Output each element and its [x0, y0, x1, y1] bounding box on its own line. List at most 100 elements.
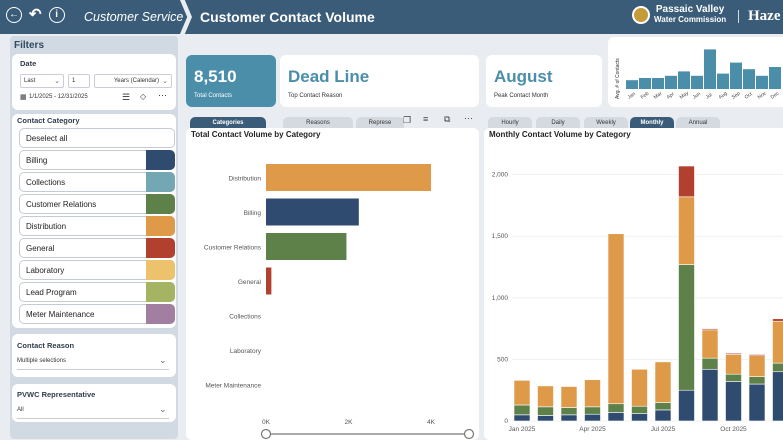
- spark-bar[interactable]: [704, 49, 716, 89]
- spark-bar[interactable]: [678, 71, 690, 89]
- filter-icon[interactable]: ☰: [122, 92, 130, 103]
- category-option[interactable]: Customer Relations: [19, 194, 175, 214]
- monthly-bar-segment[interactable]: [748, 376, 766, 385]
- monthly-bar-segment[interactable]: [678, 389, 695, 422]
- monthly-bar-segment[interactable]: [748, 355, 766, 377]
- deselect-all-button[interactable]: Deselect all: [19, 128, 175, 148]
- more-options-icon[interactable]: ⋯: [158, 90, 167, 101]
- monthly-bar-segment[interactable]: [678, 165, 695, 198]
- monthly-bar-segment[interactable]: [537, 385, 554, 408]
- monthly-bar-segment[interactable]: [678, 264, 695, 391]
- spark-bar[interactable]: [665, 75, 677, 89]
- y-tick-label: 0: [504, 418, 508, 425]
- monthly-bar-segment[interactable]: [607, 412, 625, 422]
- tab-hourly[interactable]: Hourly: [488, 117, 532, 128]
- range-slider-start-handle[interactable]: [260, 428, 272, 440]
- filter-icon[interactable]: ≡: [423, 114, 428, 124]
- category-bar[interactable]: [266, 267, 272, 295]
- category-option[interactable]: Collections: [19, 172, 175, 192]
- monthly-bar-segment[interactable]: [631, 405, 648, 414]
- category-option[interactable]: Meter Maintenance: [19, 304, 175, 324]
- spark-bar[interactable]: [626, 80, 638, 89]
- monthly-bar-segment[interactable]: [701, 357, 719, 370]
- info-icon[interactable]: i: [48, 7, 65, 23]
- chevron-down-icon[interactable]: ⌄: [159, 355, 167, 366]
- eraser-icon[interactable]: ◇: [140, 92, 146, 101]
- breadcrumb[interactable]: Customer Service: [84, 10, 183, 24]
- monthly-bar-segment[interactable]: [725, 373, 742, 382]
- avg-contacts-card: Avg. # of Contacts Jan Feb Mar Apr May Jun Jul A…: [608, 37, 783, 107]
- monthly-bar-segment[interactable]: [748, 354, 766, 357]
- rep-select[interactable]: All: [17, 407, 24, 413]
- date-count-input[interactable]: 1: [68, 74, 90, 88]
- tab-represe[interactable]: Represe: [356, 117, 404, 128]
- spark-bar[interactable]: [769, 67, 781, 89]
- spark-bar[interactable]: [652, 78, 664, 89]
- monthly-bar-segment[interactable]: [560, 407, 578, 416]
- monthly-bar-segment[interactable]: [654, 409, 672, 422]
- monthly-bar-segment[interactable]: [537, 415, 554, 422]
- monthly-bar-segment[interactable]: [654, 402, 672, 411]
- spark-bar[interactable]: [730, 62, 742, 89]
- monthly-bar-segment[interactable]: [513, 404, 531, 416]
- monthly-bar-segment[interactable]: [584, 406, 601, 415]
- monthly-bar-segment[interactable]: [678, 196, 695, 265]
- monthly-bar-segment[interactable]: [607, 233, 625, 405]
- copy-icon[interactable]: ❐: [403, 115, 411, 126]
- tab-weekly[interactable]: Weekly: [584, 117, 628, 128]
- spark-bar[interactable]: [756, 75, 768, 89]
- monthly-bar-segment[interactable]: [725, 352, 742, 355]
- category-option[interactable]: Distribution: [19, 216, 175, 236]
- monthly-bar-segment[interactable]: [772, 371, 783, 422]
- category-option[interactable]: Laboratory: [19, 260, 175, 280]
- monthly-bar-segment[interactable]: [560, 414, 578, 422]
- monthly-bar-segment[interactable]: [701, 329, 719, 359]
- back-arrow-icon[interactable]: ←: [6, 7, 22, 23]
- monthly-bar-segment[interactable]: [701, 328, 719, 331]
- focus-mode-icon[interactable]: ⧉: [444, 114, 450, 125]
- monthly-bar-segment[interactable]: [537, 406, 554, 416]
- category-bar[interactable]: [266, 233, 347, 260]
- range-slider-end-handle[interactable]: [463, 428, 475, 440]
- chevron-down-icon[interactable]: ⌄: [159, 404, 167, 415]
- monthly-bar-segment[interactable]: [654, 361, 672, 403]
- monthly-bar-segment[interactable]: [772, 318, 783, 322]
- tab-monthly[interactable]: Monthly: [630, 117, 674, 128]
- spark-bar[interactable]: [691, 75, 703, 89]
- monthly-bar-segment[interactable]: [513, 414, 531, 422]
- monthly-bar-segment[interactable]: [772, 362, 783, 373]
- category-color-swatch: [146, 150, 175, 170]
- category-bar[interactable]: [266, 198, 359, 226]
- monthly-bar-segment[interactable]: [772, 320, 783, 364]
- date-mode-select[interactable]: Last ⌄: [20, 74, 64, 88]
- monthly-bar-segment[interactable]: [748, 383, 766, 422]
- spark-bar[interactable]: [743, 69, 755, 89]
- top-bar: ← ↶ i Customer Service Customer Contact …: [0, 0, 783, 34]
- category-option[interactable]: General: [19, 238, 175, 258]
- date-unit-select[interactable]: Years (Calendar) ⌄: [94, 74, 172, 88]
- undo-icon[interactable]: ↶: [29, 7, 42, 23]
- category-option-label: Laboratory: [26, 266, 65, 275]
- tab-reasons[interactable]: Reasons: [283, 117, 353, 128]
- spark-bar[interactable]: [717, 73, 729, 89]
- monthly-bar-segment[interactable]: [607, 403, 625, 413]
- monthly-bar-segment[interactable]: [725, 381, 742, 422]
- monthly-bar-segment[interactable]: [631, 368, 648, 407]
- monthly-bar-segment[interactable]: [560, 386, 578, 408]
- tab-annual[interactable]: Annual: [676, 117, 720, 128]
- category-bar[interactable]: [266, 164, 431, 191]
- monthly-bar-segment[interactable]: [631, 413, 648, 422]
- category-option[interactable]: Billing: [19, 150, 175, 170]
- more-options-icon[interactable]: ⋯: [464, 113, 473, 124]
- kpi-month-label: Peak Contact Month: [494, 93, 549, 99]
- spark-bar[interactable]: [639, 78, 651, 89]
- monthly-bar-segment[interactable]: [513, 380, 531, 406]
- monthly-bar-segment[interactable]: [584, 413, 601, 422]
- monthly-bar-segment[interactable]: [701, 368, 719, 422]
- reason-select[interactable]: Multiple selections: [17, 358, 66, 364]
- tab-daily[interactable]: Daily: [536, 117, 580, 128]
- monthly-bar-segment[interactable]: [725, 354, 742, 375]
- tab-categories[interactable]: Categories: [190, 117, 266, 128]
- monthly-bar-segment[interactable]: [584, 379, 601, 408]
- category-option[interactable]: Lead Program: [19, 282, 175, 302]
